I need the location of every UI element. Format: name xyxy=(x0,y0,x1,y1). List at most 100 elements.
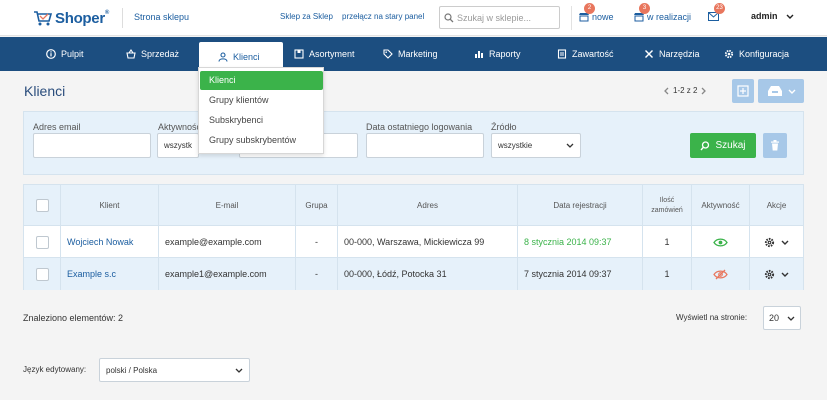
chevron-down-icon xyxy=(566,143,574,148)
nav-narzedzia[interactable]: Narzędzia xyxy=(644,37,700,71)
notification-badge: 23 xyxy=(714,3,725,14)
last-login-filter-input[interactable] xyxy=(366,133,484,158)
activity-cell xyxy=(692,258,750,290)
client-registered: 7 stycznia 2014 09:37 xyxy=(518,258,643,290)
nav-asortyment[interactable]: Asortyment xyxy=(294,37,355,71)
skins-link[interactable]: Sklep za Sklep xyxy=(280,12,333,21)
chevron-down-icon[interactable] xyxy=(781,240,789,245)
chevron-right-icon[interactable] xyxy=(701,87,707,95)
found-count: Znaleziono elementów: 2 xyxy=(23,313,124,323)
client-name-link[interactable]: Example s.c xyxy=(61,258,159,290)
filters-panel: Adres email Aktywność wszystkie Data ost… xyxy=(23,111,804,175)
separator xyxy=(571,6,572,30)
actions-cell xyxy=(750,258,803,290)
chevron-down-icon xyxy=(235,368,243,373)
row-checkbox[interactable] xyxy=(35,267,49,281)
row-checkbox[interactable] xyxy=(35,235,49,249)
brand-name: Shoper® xyxy=(55,9,109,27)
header-address[interactable]: Adres xyxy=(338,185,518,226)
chevron-down-icon[interactable] xyxy=(781,272,789,277)
activity-filter-label: Aktywność xyxy=(158,122,202,132)
language-select[interactable]: polski / Polska xyxy=(99,358,250,382)
menu-item-client-groups[interactable]: Grupy klientów xyxy=(209,95,269,105)
source-filter-select[interactable]: wszystkie xyxy=(491,133,581,158)
per-page-select[interactable]: 20 xyxy=(763,306,801,330)
trash-icon xyxy=(771,140,779,151)
tag-icon xyxy=(383,49,393,59)
header-client[interactable]: Klient xyxy=(61,185,159,226)
client-registered: 8 stycznia 2014 09:37 xyxy=(518,226,643,258)
notification-badge: 2 xyxy=(584,3,595,14)
cart-logo-icon xyxy=(34,11,53,26)
chevron-down-icon xyxy=(787,316,795,321)
client-orders: 1 xyxy=(643,258,692,290)
chevron-down-icon xyxy=(786,14,794,19)
header-email[interactable]: E-mail xyxy=(159,185,296,226)
notification-label: nowe xyxy=(592,12,614,22)
chevron-down-icon xyxy=(788,89,795,94)
activity-filter-select[interactable]: wszystkie xyxy=(157,133,199,158)
client-group: - xyxy=(296,226,338,258)
search-icon xyxy=(700,140,710,150)
table-header: Klient E-mail Grupa Adres Data rejestrac… xyxy=(24,185,803,226)
header-activity[interactable]: Aktywność xyxy=(692,185,750,226)
shoper-logo[interactable]: Shoper® xyxy=(33,8,109,28)
table-row: Example s.c example1@example.com - 00-00… xyxy=(24,258,803,290)
menu-item-klienci[interactable]: Klienci xyxy=(200,71,323,90)
select-all-checkbox[interactable] xyxy=(35,199,49,212)
email-filter-label: Adres email xyxy=(33,122,81,132)
user-menu[interactable]: admin xyxy=(751,11,794,21)
gear-icon[interactable] xyxy=(764,237,775,248)
page-title: Klienci xyxy=(24,83,66,99)
nav-pulpit[interactable]: Pulpit xyxy=(46,37,84,71)
search-button[interactable]: Szukaj xyxy=(690,133,756,158)
nav-marketing[interactable]: Marketing xyxy=(383,37,438,71)
nav-raporty[interactable]: Raporty xyxy=(474,37,521,71)
client-name-link[interactable]: Wojciech Nowak xyxy=(61,226,159,258)
header-orders[interactable]: Ilość zamówień xyxy=(643,185,692,226)
gear-icon[interactable] xyxy=(764,269,775,280)
header-select-all xyxy=(24,185,61,226)
plus-icon xyxy=(737,85,749,97)
nav-sprzedaz[interactable]: Sprzedaż xyxy=(126,37,179,71)
main-nav: Pulpit Sprzedaż Klienci Asortyment Marke… xyxy=(0,37,827,71)
bar-chart-icon xyxy=(475,51,483,58)
clients-dropdown-menu: Klienci Grupy klientów Subskrybenci Grup… xyxy=(198,67,324,154)
clear-filters-button[interactable] xyxy=(763,133,787,158)
gear-icon xyxy=(724,49,734,59)
client-email: example1@example.com xyxy=(159,258,296,290)
header-registered[interactable]: Data rejestracji xyxy=(518,185,643,226)
language-label: Język edytowany: xyxy=(23,365,87,374)
notification-in-progress[interactable]: 3 w realizacji xyxy=(633,3,691,22)
chevron-left-icon[interactable] xyxy=(663,87,669,95)
client-orders: 1 xyxy=(643,226,692,258)
old-panel-link[interactable]: przełącz na stary panel xyxy=(342,12,424,21)
store-search-input[interactable] xyxy=(457,12,557,23)
store-link[interactable]: Strona sklepu xyxy=(134,12,189,22)
tools-icon xyxy=(645,50,653,58)
email-filter-input[interactable] xyxy=(33,133,151,158)
nav-zawartosc[interactable]: Zawartość xyxy=(557,37,614,71)
document-icon xyxy=(557,49,567,59)
store-search[interactable] xyxy=(439,6,560,29)
table-row: Wojciech Nowak example@example.com - 00-… xyxy=(24,226,803,258)
nav-konfiguracja[interactable]: Konfiguracja xyxy=(724,37,789,71)
row-select-cell xyxy=(24,258,61,290)
notification-new[interactable]: 2 nowe xyxy=(578,3,614,22)
last-login-filter-label: Data ostatniego logowania xyxy=(366,122,473,132)
activity-cell xyxy=(692,226,750,258)
notification-messages[interactable]: 23 xyxy=(708,3,725,21)
notification-badge: 3 xyxy=(639,3,650,14)
header-group[interactable]: Grupa xyxy=(296,185,338,226)
menu-item-subscribers[interactable]: Subskrybenci xyxy=(209,115,263,125)
import-export-button[interactable] xyxy=(758,79,804,103)
header-actions: Akcje xyxy=(766,201,787,210)
add-client-button[interactable] xyxy=(732,79,754,103)
menu-item-subscriber-groups[interactable]: Grupy subskrybentów xyxy=(209,135,296,145)
eye-slash-icon[interactable] xyxy=(713,269,728,280)
eye-icon[interactable] xyxy=(713,237,728,247)
client-address: 00-000, Łódź, Potocka 31 xyxy=(338,258,518,290)
source-filter-label: Źródło xyxy=(491,122,517,132)
separator xyxy=(122,8,123,28)
client-email: example@example.com xyxy=(159,226,296,258)
